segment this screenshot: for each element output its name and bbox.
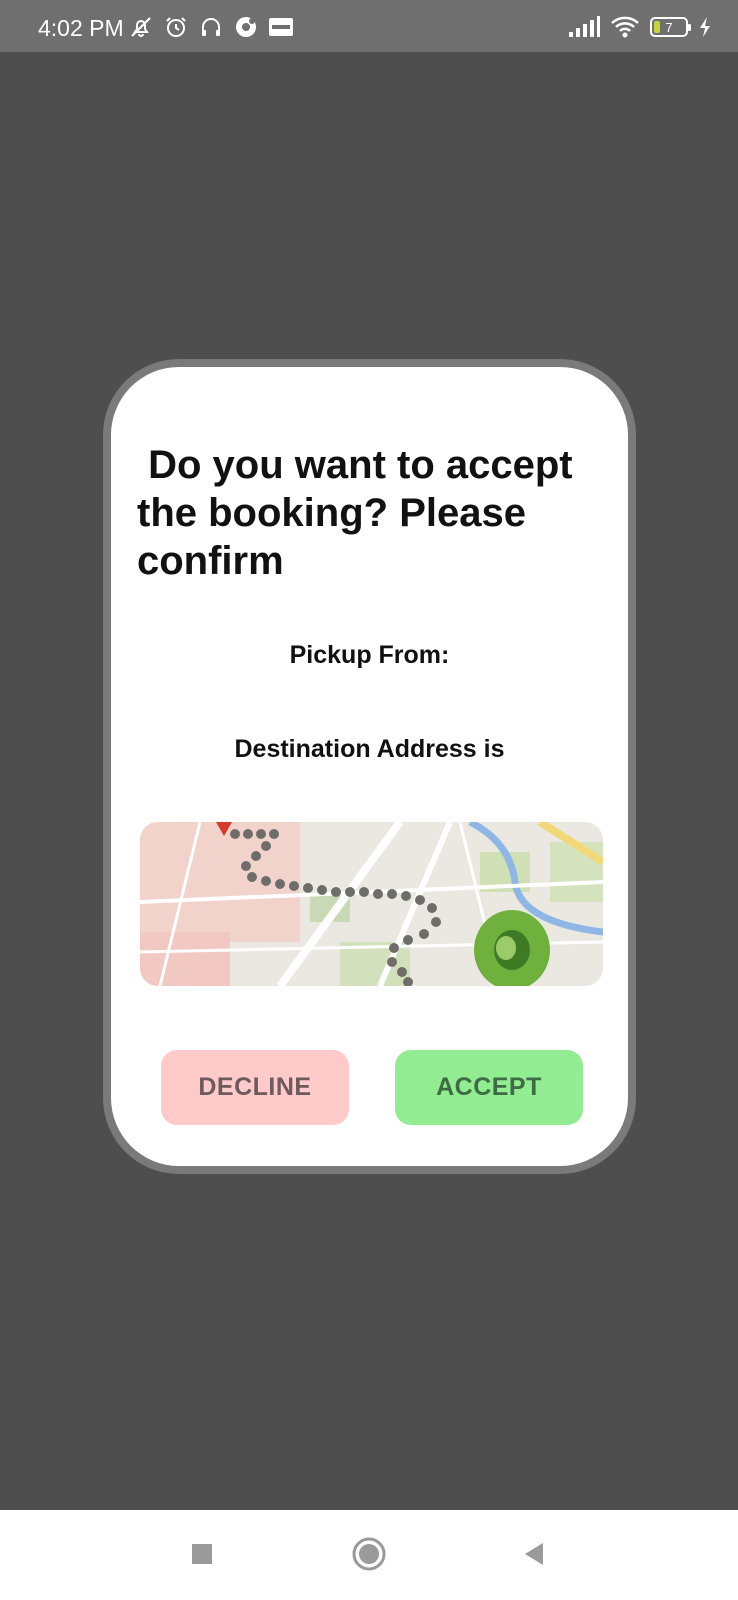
notification-icons bbox=[128, 14, 294, 40]
app-notification-icon bbox=[233, 14, 259, 40]
status-bar: 4:02 PM 7 bbox=[0, 0, 738, 52]
charging-icon bbox=[698, 14, 712, 40]
battery-icon: 7 bbox=[650, 17, 691, 37]
pickup-label: Pickup From: bbox=[289, 641, 450, 669]
app-badge-icon bbox=[268, 14, 294, 40]
back-icon bbox=[521, 1541, 547, 1572]
status-time: 4:02 PM bbox=[38, 15, 124, 41]
headphones-icon bbox=[198, 14, 224, 40]
dialog-title: Do you want to accept the booking? Pleas… bbox=[137, 443, 584, 583]
decline-button[interactable]: DECLINE bbox=[161, 1050, 349, 1125]
destination-label: Destination Address is bbox=[234, 735, 505, 763]
back-button[interactable] bbox=[512, 1534, 556, 1578]
booking-dialog-frame: Do you want to accept the booking? Pleas… bbox=[103, 359, 636, 1174]
bell-off-icon bbox=[128, 14, 154, 40]
recents-icon bbox=[190, 1542, 214, 1571]
booking-dialog: Do you want to accept the booking? Pleas… bbox=[111, 367, 628, 1166]
wifi-icon bbox=[610, 14, 640, 40]
home-button[interactable] bbox=[347, 1534, 391, 1578]
home-icon bbox=[351, 1536, 387, 1577]
navigation-bar bbox=[0, 1510, 738, 1600]
signal-icon bbox=[568, 14, 600, 40]
battery-level: 7 bbox=[665, 19, 673, 35]
recents-button[interactable] bbox=[180, 1534, 224, 1578]
system-icons: 7 bbox=[568, 14, 712, 40]
alarm-icon bbox=[163, 14, 189, 40]
route-map-image bbox=[140, 822, 603, 986]
accept-button[interactable]: ACCEPT bbox=[395, 1050, 583, 1125]
